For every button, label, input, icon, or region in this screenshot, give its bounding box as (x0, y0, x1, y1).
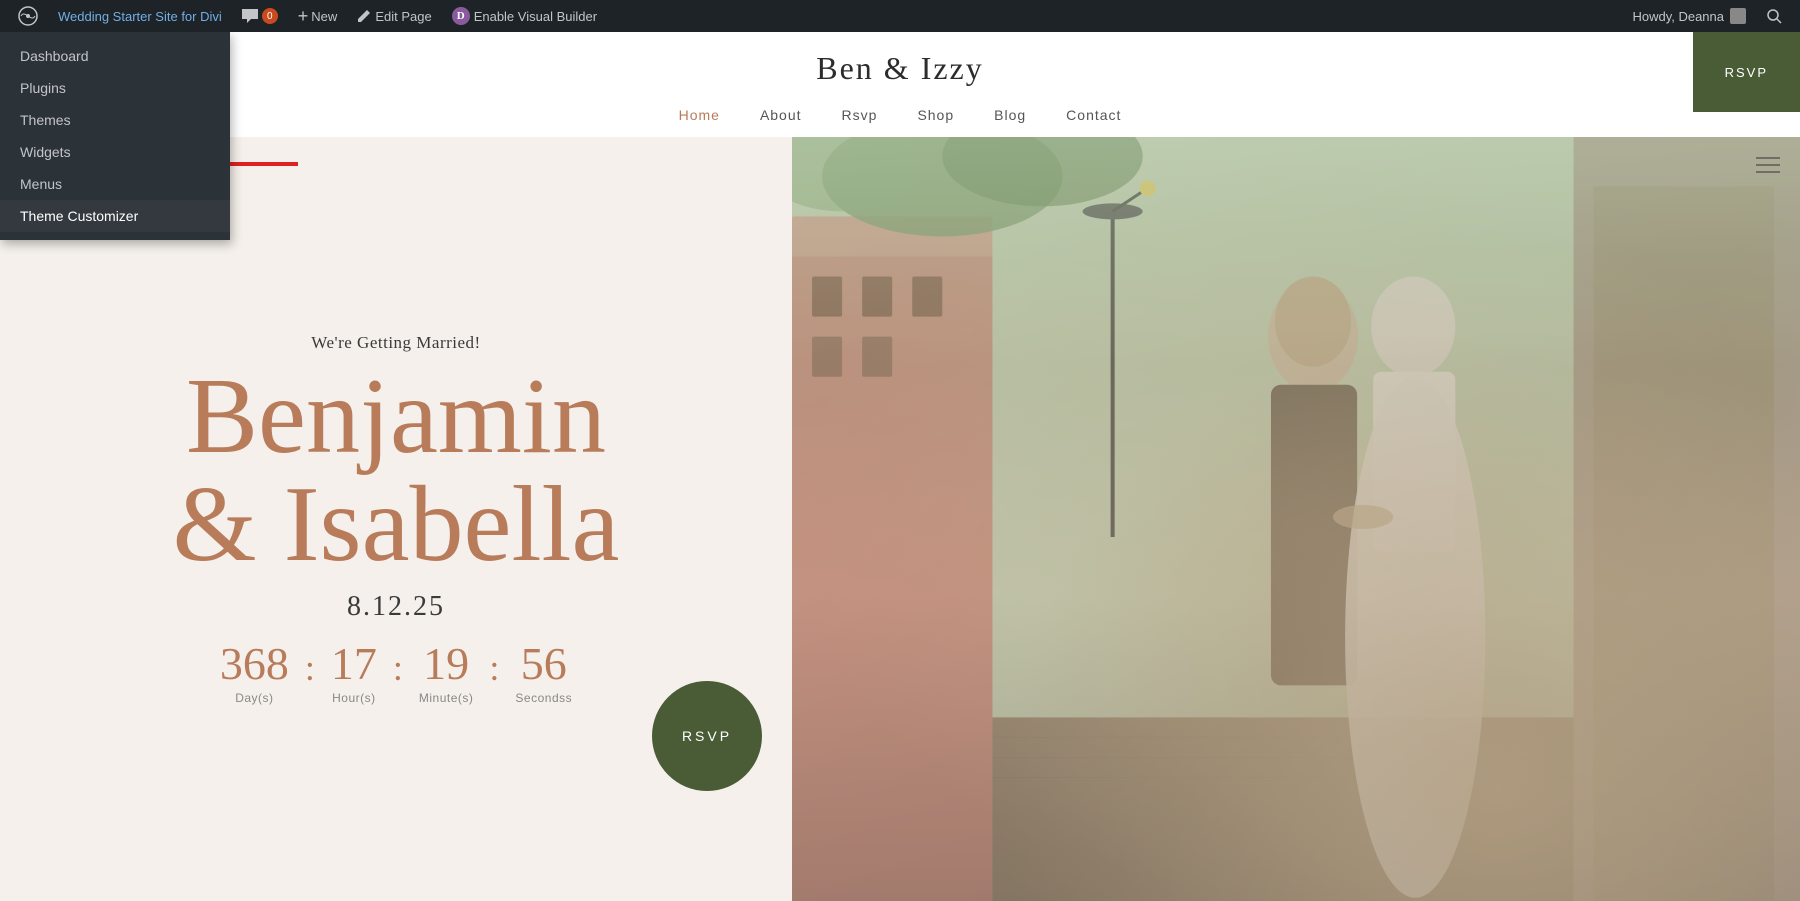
days-label: Day(s) (220, 691, 289, 705)
hero-photo (792, 137, 1800, 901)
rsvp-circle-button[interactable]: RSVP (652, 681, 762, 791)
name-line1: Benjamin (173, 363, 620, 471)
rsvp-header-button[interactable]: RSVP (1693, 32, 1800, 112)
nav-home[interactable]: Home (679, 107, 720, 123)
seconds-value: 56 (515, 641, 572, 687)
site-navigation: Home About Rsvp Shop Blog Contact (0, 97, 1800, 137)
user-avatar (1730, 8, 1746, 24)
new-content-button[interactable]: + New (288, 0, 348, 32)
dropdown-theme-customizer[interactable]: Theme Customizer (0, 200, 230, 232)
hours-label: Hour(s) (331, 691, 377, 705)
minutes-value: 19 (419, 641, 474, 687)
name-line2: & Isabella (173, 471, 620, 579)
couple-image (792, 137, 1800, 901)
howdy-text: Howdy, Deanna (1632, 9, 1724, 24)
separator-2: : (393, 641, 403, 689)
wp-logo-button[interactable] (8, 0, 48, 32)
nav-blog[interactable]: Blog (994, 107, 1026, 123)
hours-value: 17 (331, 641, 377, 687)
edit-page-label: Edit Page (375, 9, 431, 24)
comments-button[interactable]: 0 (232, 0, 288, 32)
divi-icon: D (452, 7, 470, 25)
howdy-button[interactable]: Howdy, Deanna (1622, 0, 1756, 32)
adminbar-right: Howdy, Deanna (1622, 0, 1792, 32)
menu-line-1 (1756, 157, 1780, 159)
comment-count: 0 (262, 8, 278, 24)
dropdown-plugins[interactable]: Plugins (0, 72, 230, 104)
site-header: Ben & Izzy Home About Rsvp Shop Blog Con… (0, 32, 1800, 137)
countdown-minutes: 19 Minute(s) (403, 641, 490, 705)
site-title: Ben & Izzy (0, 50, 1800, 87)
countdown-seconds: 56 Secondss (499, 641, 588, 705)
photo-overlay (792, 137, 1800, 901)
getting-married-text: We're Getting Married! (311, 333, 480, 353)
new-label: New (311, 9, 337, 24)
site-name-button[interactable]: Wedding Starter Site for Divi (48, 0, 232, 32)
comment-bubble: 0 (242, 8, 278, 24)
wordpress-icon (18, 6, 38, 26)
separator-3: : (489, 641, 499, 689)
nav-about[interactable]: About (760, 107, 802, 123)
hero-section: We're Getting Married! Benjamin & Isabel… (0, 137, 1800, 901)
menu-line-2 (1756, 164, 1780, 166)
nav-contact[interactable]: Contact (1066, 107, 1121, 123)
countdown-days: 368 Day(s) (204, 641, 305, 705)
visual-builder-button[interactable]: D Enable Visual Builder (442, 0, 607, 32)
seconds-label: Secondss (515, 691, 572, 705)
edit-page-button[interactable]: Edit Page (347, 0, 441, 32)
visual-builder-label: Enable Visual Builder (474, 9, 597, 24)
dropdown-menus[interactable]: Menus (0, 168, 230, 200)
dropdown-dashboard[interactable]: Dashboard (0, 40, 230, 72)
separator-1: : (305, 641, 315, 689)
hero-left: We're Getting Married! Benjamin & Isabel… (0, 137, 792, 901)
countdown-hours: 17 Hour(s) (315, 641, 393, 705)
countdown-timer: 368 Day(s) : 17 Hour(s) : 19 Minute(s) :… (204, 641, 588, 705)
nav-shop[interactable]: Shop (917, 107, 954, 123)
dropdown-themes[interactable]: Themes (0, 104, 230, 136)
site-title: Wedding Starter Site for Divi (58, 9, 222, 24)
plus-icon: + (298, 6, 309, 27)
couple-names: Benjamin & Isabella (173, 363, 620, 579)
days-value: 368 (220, 641, 289, 687)
dropdown-widgets[interactable]: Widgets (0, 136, 230, 168)
search-button[interactable] (1756, 0, 1792, 32)
appearance-dropdown: Dashboard Plugins Themes Widgets Menus T… (0, 32, 230, 240)
menu-icon[interactable] (1756, 157, 1780, 173)
minutes-label: Minute(s) (419, 691, 474, 705)
wedding-date: 8.12.25 (347, 591, 445, 623)
admin-bar: Wedding Starter Site for Divi 0 + New Ed… (0, 0, 1800, 32)
nav-rsvp[interactable]: Rsvp (842, 107, 878, 123)
menu-line-3 (1756, 171, 1780, 173)
